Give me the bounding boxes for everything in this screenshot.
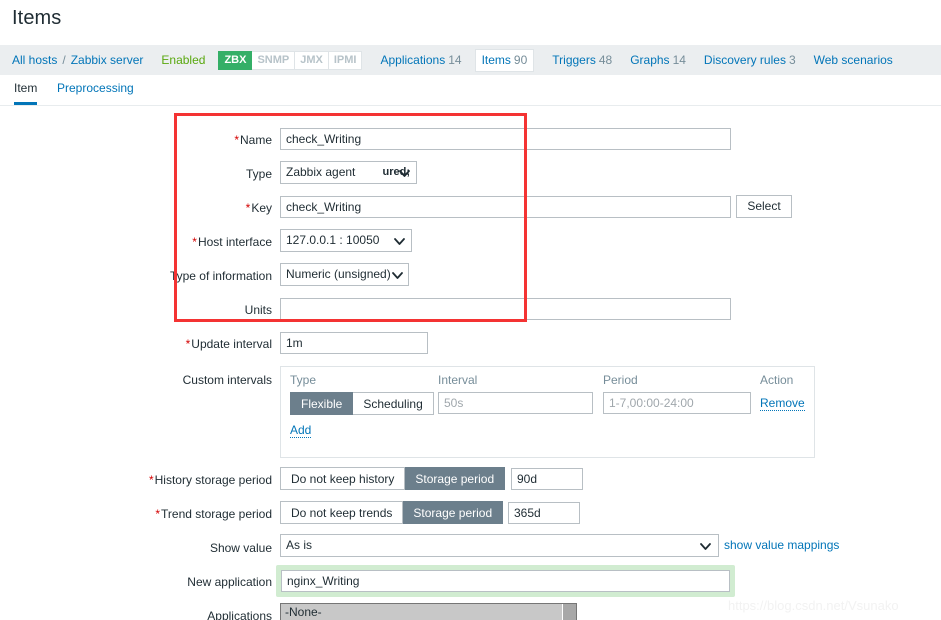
history-do-not-keep[interactable]: Do not keep history bbox=[280, 467, 406, 490]
breadcrumb-all-hosts[interactable]: All hosts bbox=[12, 53, 57, 67]
custom-interval-remove-link[interactable]: Remove bbox=[760, 396, 805, 411]
interval-type-toggle[interactable]: Flexible Scheduling bbox=[290, 392, 434, 415]
label-key: *Key bbox=[245, 201, 272, 215]
label-name: *Name bbox=[234, 133, 272, 147]
required-asterisk-trend-storage-period: * bbox=[155, 507, 161, 521]
type-select[interactable]: Zabbix agent ured; bbox=[280, 161, 417, 184]
items-page: Items All hosts / Zabbix server Enabled … bbox=[0, 0, 941, 620]
nav-tab-applications[interactable]: Applications 14 bbox=[380, 53, 461, 67]
column-header-type: Type bbox=[290, 373, 317, 387]
label-units: Units bbox=[244, 303, 272, 317]
applications-scrollbar[interactable] bbox=[563, 604, 576, 620]
interval-type-flexible[interactable]: Flexible bbox=[290, 392, 354, 415]
label-type-of-information: Type of information bbox=[169, 269, 272, 283]
nav-tab-applications-count: 14 bbox=[448, 53, 462, 67]
type-of-information-select[interactable]: Numeric (unsigned) bbox=[280, 263, 409, 286]
key-select-button[interactable]: Select bbox=[736, 195, 792, 218]
nav-tab-discovery-rules-count: 3 bbox=[788, 53, 796, 67]
required-asterisk-host-interface: * bbox=[192, 235, 197, 249]
nav-tab-triggers[interactable]: Triggers 48 bbox=[552, 53, 612, 67]
applications-scrollbar-thumb[interactable] bbox=[563, 604, 576, 620]
custom-interval-add-link[interactable]: Add bbox=[290, 423, 312, 438]
label-history-storage-period: *History storage period bbox=[148, 473, 272, 487]
nav-tab-triggers-label: Triggers bbox=[552, 53, 596, 67]
custom-interval-delay-input[interactable] bbox=[438, 392, 593, 414]
label-trend-storage-period: *Trend storage period bbox=[155, 507, 272, 521]
required-asterisk-name: * bbox=[234, 133, 239, 147]
custom-intervals-table: Type Interval Period Action Flexible Sch… bbox=[280, 366, 815, 458]
history-storage-toggle[interactable]: Do not keep history Storage period bbox=[280, 467, 506, 490]
interface-badge-ipmi[interactable]: IPMI bbox=[328, 50, 363, 70]
label-applications: Applications bbox=[207, 609, 272, 620]
type-select-value: Zabbix agent bbox=[286, 165, 356, 179]
nav-tab-discovery-rules-label: Discovery rules bbox=[703, 53, 786, 67]
chevron-down-icon-type-of-information bbox=[392, 272, 403, 279]
host-nav-bar: All hosts / Zabbix server Enabled ZBX SN… bbox=[0, 45, 941, 75]
new-application-input[interactable] bbox=[281, 570, 730, 592]
trend-storage-period-input[interactable] bbox=[508, 502, 580, 524]
label-show-value: Show value bbox=[209, 541, 272, 555]
host-interface-select-value: 127.0.0.1 : 10050 bbox=[286, 233, 380, 247]
interface-availability-group: ZBX SNMP JMX IPMI bbox=[218, 50, 363, 70]
update-interval-input[interactable] bbox=[280, 332, 428, 354]
applications-option-none[interactable]: -None- bbox=[281, 604, 562, 620]
applications-listbox[interactable]: -None- bbox=[280, 603, 577, 620]
required-asterisk-history-storage-period: * bbox=[148, 473, 154, 487]
interface-badge-zbx[interactable]: ZBX bbox=[218, 50, 253, 70]
nav-tab-triggers-count: 48 bbox=[598, 53, 613, 67]
column-header-interval: Interval bbox=[438, 373, 478, 387]
history-storage-period-input[interactable] bbox=[511, 468, 583, 490]
required-asterisk-update-interval: * bbox=[185, 337, 191, 351]
breadcrumb-separator: / bbox=[62, 53, 66, 67]
nav-tab-applications-label: Applications bbox=[380, 53, 446, 67]
nav-tab-graphs-count: 14 bbox=[672, 53, 686, 67]
interface-badge-snmp[interactable]: SNMP bbox=[252, 50, 296, 70]
trend-do-not-keep[interactable]: Do not keep trends bbox=[280, 501, 404, 524]
custom-interval-period-input[interactable] bbox=[603, 392, 751, 414]
type-of-information-select-value: Numeric (unsigned) bbox=[286, 267, 391, 281]
nav-tab-items-label: Items bbox=[481, 52, 511, 67]
history-storage-period[interactable]: Storage period bbox=[405, 467, 506, 490]
nav-tab-discovery-rules[interactable]: Discovery rules 3 bbox=[704, 53, 796, 67]
nav-tab-web-scenarios-label: Web scenarios bbox=[813, 53, 893, 67]
nav-tab-web-scenarios[interactable]: Web scenarios bbox=[814, 53, 893, 67]
host-interface-select[interactable]: 127.0.0.1 : 10050 bbox=[280, 229, 412, 252]
chevron-down-icon-show-value bbox=[700, 543, 711, 550]
nav-tab-graphs-label: Graphs bbox=[630, 53, 670, 67]
label-update-interval: *Update interval bbox=[185, 337, 272, 351]
nav-tab-items-count: 90 bbox=[513, 52, 528, 67]
breadcrumb-host[interactable]: Zabbix server bbox=[71, 53, 144, 67]
column-header-action: Action bbox=[760, 373, 794, 387]
units-input[interactable] bbox=[280, 298, 731, 320]
name-input[interactable] bbox=[280, 128, 731, 150]
label-type: Type bbox=[245, 167, 272, 181]
label-host-interface: *Host interface bbox=[192, 235, 272, 249]
key-input[interactable] bbox=[280, 196, 731, 218]
chevron-down-icon-type bbox=[399, 170, 410, 177]
show-value-select[interactable]: As is bbox=[280, 534, 719, 557]
show-value-select-value: As is bbox=[286, 538, 313, 552]
label-custom-intervals: Custom intervals bbox=[182, 373, 272, 387]
host-status[interactable]: Enabled bbox=[161, 53, 205, 67]
nav-tab-graphs[interactable]: Graphs 14 bbox=[630, 53, 686, 67]
column-header-period: Period bbox=[603, 373, 638, 387]
page-title: Items bbox=[12, 7, 62, 29]
label-new-application: New application bbox=[187, 575, 272, 589]
interface-badge-jmx[interactable]: JMX bbox=[295, 50, 329, 70]
tab-item[interactable]: Item bbox=[14, 81, 38, 105]
tab-preprocessing[interactable]: Preprocessing bbox=[57, 81, 134, 102]
required-asterisk-key: * bbox=[245, 201, 251, 215]
trend-storage-period[interactable]: Storage period bbox=[403, 501, 504, 524]
trend-storage-toggle[interactable]: Do not keep trends Storage period bbox=[280, 501, 504, 524]
show-value-mappings-link[interactable]: show value mappings bbox=[724, 538, 839, 552]
watermark: https://blog.csdn.net/Vsunako bbox=[728, 598, 899, 613]
chevron-down-icon-host-interface bbox=[394, 238, 405, 245]
interval-type-scheduling[interactable]: Scheduling bbox=[353, 392, 434, 415]
form-tab-strip: Item Preprocessing bbox=[0, 75, 941, 106]
nav-tab-items[interactable]: Items 90 bbox=[474, 48, 535, 72]
